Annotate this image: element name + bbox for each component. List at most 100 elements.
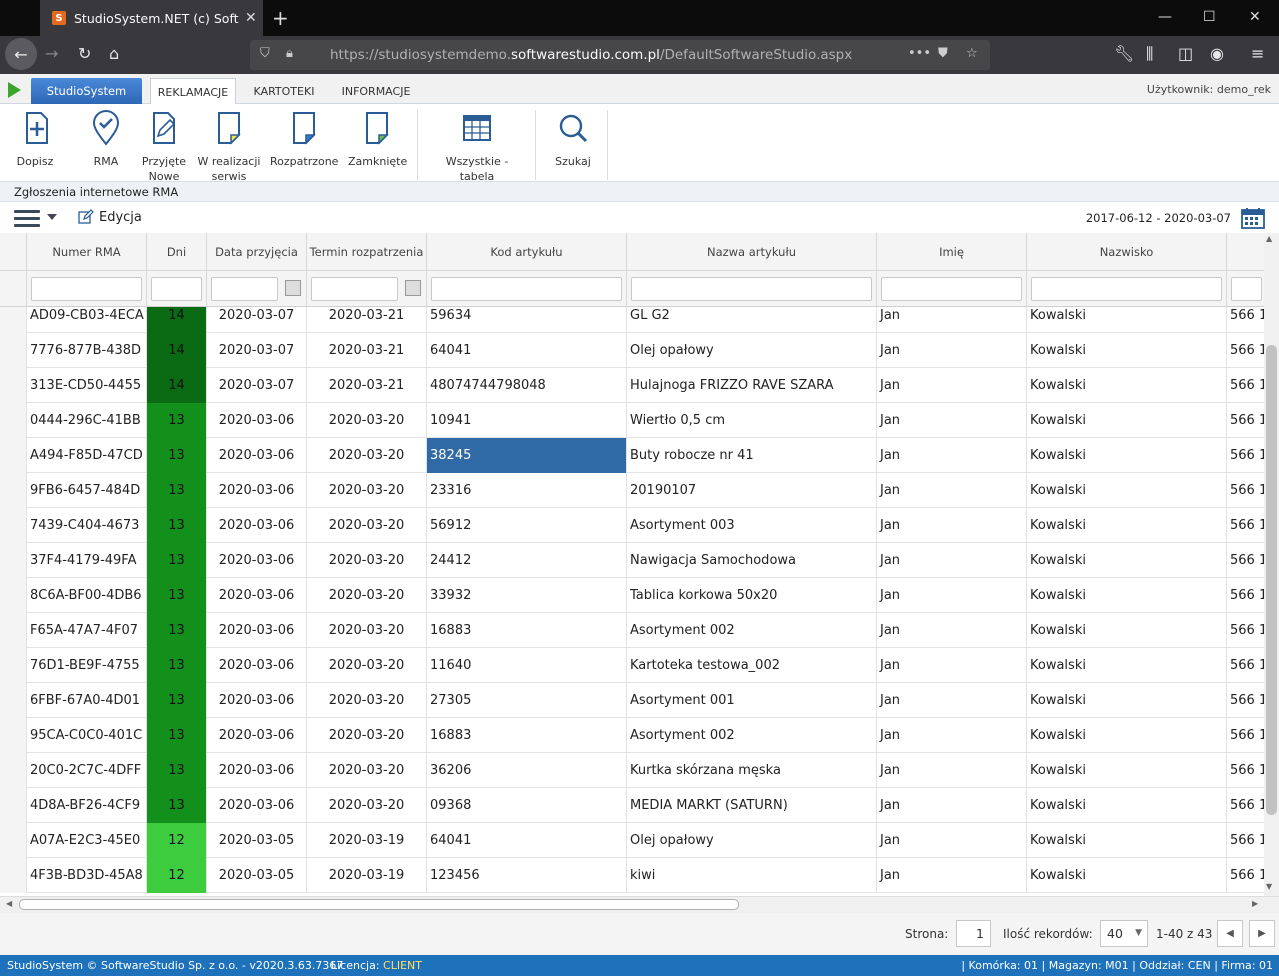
url-bar[interactable]: ⛉ 🔒︎ https://studiosystemdemo.softwarest… xyxy=(250,40,990,70)
scroll-down-icon[interactable]: ▼ xyxy=(1266,882,1272,891)
cell-nazwa-artykulu[interactable]: Asortyment 003 xyxy=(627,508,877,543)
table-row[interactable]: AD09-CB03-4ECA 14 2020-03-07 2020-03-21 5963… xyxy=(0,307,1267,333)
cell-data-przyjecia[interactable]: 2020-03-06 xyxy=(207,578,307,613)
cell-imie[interactable]: Jan xyxy=(877,438,1027,473)
scroll-right-icon[interactable]: ▶ xyxy=(1252,899,1258,908)
column-header-imie[interactable]: Imię xyxy=(877,233,1027,271)
cell-nazwisko[interactable]: Kowalski xyxy=(1027,683,1227,718)
filter-input-kod-artykulu[interactable] xyxy=(431,277,622,301)
home-icon[interactable]: ⌂ xyxy=(109,44,119,63)
filter-input-nazwa-artykulu[interactable] xyxy=(631,277,872,301)
column-header-nazwa-artykulu[interactable]: Nazwa artykułu xyxy=(627,233,877,271)
column-header-termin-rozpatrzenia[interactable]: Termin rozpatrzenia xyxy=(307,233,427,271)
cell-nazwisko[interactable]: Kowalski xyxy=(1027,718,1227,753)
cell-imie[interactable]: Jan xyxy=(877,858,1027,893)
cell-termin-rozpatrzenia[interactable]: 2020-03-20 xyxy=(307,788,427,823)
cell-termin-rozpatrzenia[interactable]: 2020-03-20 xyxy=(307,578,427,613)
cell-termin-rozpatrzenia[interactable]: 2020-03-21 xyxy=(307,307,427,333)
row-selector[interactable] xyxy=(0,438,27,473)
table-row[interactable]: 37F4-4179-49FA 13 2020-03-06 2020-03-20 2441… xyxy=(0,543,1267,578)
cell-nazwa-artykulu[interactable]: Hulajnoga FRIZZO RAVE SZARA xyxy=(627,368,877,403)
cell-dni[interactable]: 13 xyxy=(147,403,207,438)
cell-data-przyjecia[interactable]: 2020-03-06 xyxy=(207,543,307,578)
row-selector[interactable] xyxy=(0,473,27,508)
cell-imie[interactable]: Jan xyxy=(877,333,1027,368)
scroll-up-icon[interactable]: ▲ xyxy=(1266,234,1272,243)
cell-data-przyjecia[interactable]: 2020-03-07 xyxy=(207,368,307,403)
cell-nazwa-artykulu[interactable]: Asortyment 002 xyxy=(627,718,877,753)
close-tab-icon[interactable]: ✕ xyxy=(245,10,257,26)
cell-nazwisko[interactable]: Kowalski xyxy=(1027,613,1227,648)
cell-kod-artykulu[interactable]: 11640 xyxy=(427,648,627,683)
cell-kod-artykulu[interactable]: 27305 xyxy=(427,683,627,718)
cell-imie[interactable]: Jan xyxy=(877,473,1027,508)
cell-dni[interactable]: 13 xyxy=(147,438,207,473)
cell-imie[interactable]: Jan xyxy=(877,648,1027,683)
cell-imie[interactable]: Jan xyxy=(877,683,1027,718)
cell-nazwisko[interactable]: Kowalski xyxy=(1027,508,1227,543)
row-selector[interactable] xyxy=(0,578,27,613)
cell-termin-rozpatrzenia[interactable]: 2020-03-20 xyxy=(307,403,427,438)
cell-numer-rma[interactable]: 4F3B-BD3D-45A8 xyxy=(27,858,147,893)
cell-extra[interactable]: 566 1 xyxy=(1227,473,1267,508)
column-header-numer-rma[interactable]: Numer RMA xyxy=(27,233,147,271)
table-row[interactable]: 9FB6-6457-484D 13 2020-03-06 2020-03-20 2331… xyxy=(0,473,1267,508)
zamkniete-button[interactable]: Zamknięte xyxy=(348,110,407,169)
rozpatrzone-button[interactable]: Rozpatrzone xyxy=(270,110,338,169)
cell-extra[interactable]: 566 1 xyxy=(1227,578,1267,613)
cell-dni[interactable]: 13 xyxy=(147,753,207,788)
wrench-icon[interactable]: 🔧︎ xyxy=(1114,44,1134,63)
row-selector[interactable] xyxy=(0,718,27,753)
cell-nazwa-artykulu[interactable]: 20190107 xyxy=(627,473,877,508)
table-row[interactable]: 4F3B-BD3D-45A8 12 2020-03-05 2020-03-19 1234… xyxy=(0,858,1267,893)
cell-termin-rozpatrzenia[interactable]: 2020-03-21 xyxy=(307,368,427,403)
cell-numer-rma[interactable]: 7439-C404-4673 xyxy=(27,508,147,543)
cell-nazwa-artykulu[interactable]: Asortyment 001 xyxy=(627,683,877,718)
table-row[interactable]: 8C6A-BF00-4DB6 13 2020-03-06 2020-03-20 3393… xyxy=(0,578,1267,613)
row-selector[interactable] xyxy=(0,543,27,578)
cell-data-przyjecia[interactable]: 2020-03-06 xyxy=(207,508,307,543)
reload-icon[interactable]: ↻ xyxy=(78,44,91,63)
cell-termin-rozpatrzenia[interactable]: 2020-03-21 xyxy=(307,333,427,368)
menu-icon[interactable]: ≡ xyxy=(1251,44,1264,63)
cell-imie[interactable]: Jan xyxy=(877,543,1027,578)
browser-tab[interactable]: S StudioSystem.NET (c) SoftwareStudio ✕ xyxy=(40,0,263,36)
cell-imie[interactable]: Jan xyxy=(877,718,1027,753)
next-page-button[interactable]: ▶ xyxy=(1249,920,1275,947)
cell-data-przyjecia[interactable]: 2020-03-06 xyxy=(207,613,307,648)
chevron-down-icon[interactable] xyxy=(47,214,57,220)
dopisz-button[interactable]: Dopisz xyxy=(12,110,58,169)
lock-icon[interactable]: 🔒︎ xyxy=(286,46,293,61)
cell-kod-artykulu[interactable]: 23316 xyxy=(427,473,627,508)
vertical-scroll-thumb[interactable] xyxy=(1266,345,1277,815)
row-selector[interactable] xyxy=(0,307,27,333)
cell-extra[interactable]: 566 1 xyxy=(1227,753,1267,788)
cell-data-przyjecia[interactable]: 2020-03-06 xyxy=(207,473,307,508)
cell-termin-rozpatrzenia[interactable]: 2020-03-20 xyxy=(307,508,427,543)
table-row[interactable]: 6FBF-67A0-4D01 13 2020-03-06 2020-03-20 2730… xyxy=(0,683,1267,718)
page-input[interactable]: 1 xyxy=(956,920,991,947)
cell-dni[interactable]: 14 xyxy=(147,333,207,368)
row-selector[interactable] xyxy=(0,683,27,718)
cell-numer-rma[interactable]: A494-F85D-47CD xyxy=(27,438,147,473)
cell-numer-rma[interactable]: 95CA-C0C0-401C xyxy=(27,718,147,753)
cell-extra[interactable]: 566 1 xyxy=(1227,438,1267,473)
cell-kod-artykulu[interactable]: 24412 xyxy=(427,543,627,578)
cell-kod-artykulu[interactable]: 38245 xyxy=(427,438,627,473)
cell-imie[interactable]: Jan xyxy=(877,403,1027,438)
cell-numer-rma[interactable]: 20C0-2C7C-4DFF xyxy=(27,753,147,788)
cell-extra[interactable]: 566 1 xyxy=(1227,333,1267,368)
cell-extra[interactable]: 566 1 xyxy=(1227,543,1267,578)
cell-nazwa-artykulu[interactable]: Nawigacja Samochodowa xyxy=(627,543,877,578)
column-header-nazwisko[interactable]: Nazwisko xyxy=(1027,233,1227,271)
table-row[interactable]: 7776-877B-438D 14 2020-03-07 2020-03-21 6404… xyxy=(0,333,1267,368)
cell-dni[interactable]: 13 xyxy=(147,683,207,718)
cell-termin-rozpatrzenia[interactable]: 2020-03-20 xyxy=(307,473,427,508)
cell-data-przyjecia[interactable]: 2020-03-07 xyxy=(207,307,307,333)
cell-termin-rozpatrzenia[interactable]: 2020-03-19 xyxy=(307,858,427,893)
back-icon[interactable]: ← xyxy=(5,38,37,70)
cell-nazwa-artykulu[interactable]: Tablica korkowa 50x20 xyxy=(627,578,877,613)
cell-dni[interactable]: 13 xyxy=(147,718,207,753)
cell-termin-rozpatrzenia[interactable]: 2020-03-20 xyxy=(307,753,427,788)
table-row[interactable]: 76D1-BE9F-4755 13 2020-03-06 2020-03-20 1164… xyxy=(0,648,1267,683)
